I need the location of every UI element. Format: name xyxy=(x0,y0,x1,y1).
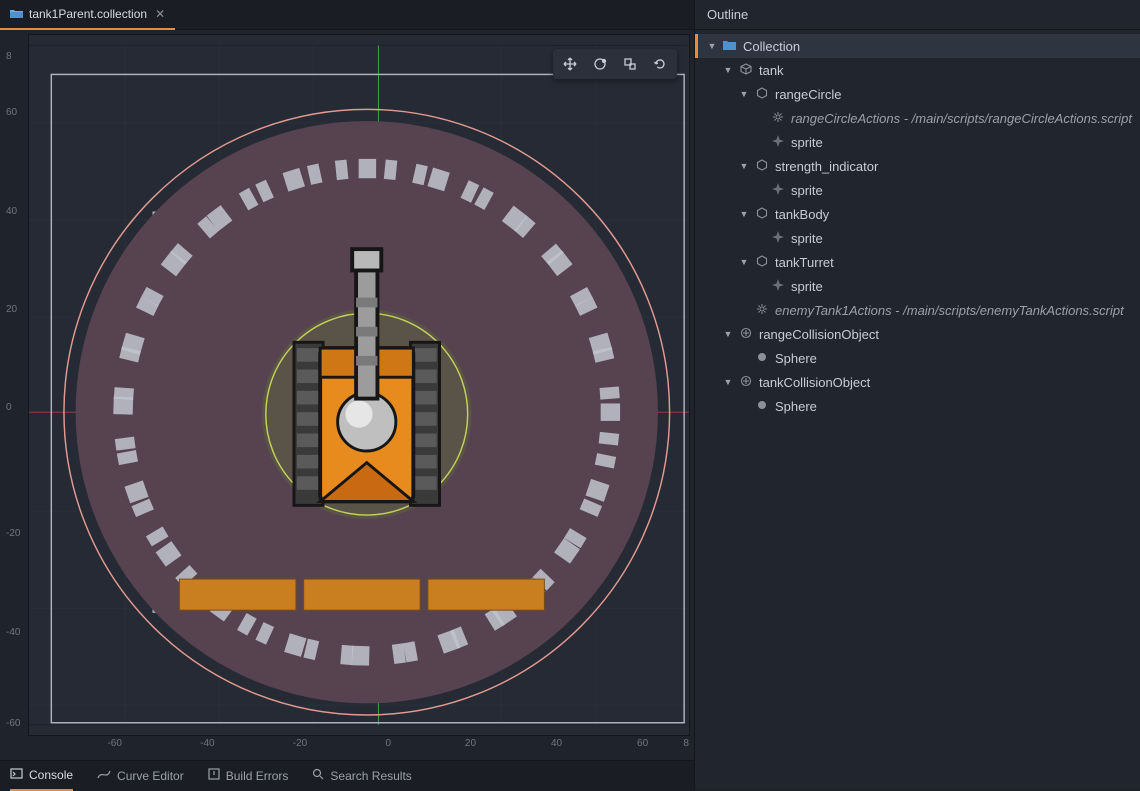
chevron-down-icon[interactable]: ▼ xyxy=(737,257,751,267)
editor-tab-bar: tank1Parent.collection ✕ xyxy=(0,0,694,30)
tree-row[interactable]: sprite xyxy=(695,178,1140,202)
gear-icon xyxy=(769,111,787,126)
tree-row[interactable]: ▼ tankTurret xyxy=(695,250,1140,274)
circle-icon xyxy=(753,400,771,413)
axis-x: -60 -40 -20 0 20 40 60 8 xyxy=(28,738,690,756)
circle-icon xyxy=(753,352,771,365)
tree-row[interactable]: ▼ Collection xyxy=(695,34,1140,58)
tree-label: Collection xyxy=(743,39,800,54)
chevron-down-icon[interactable]: ▼ xyxy=(721,377,735,387)
tree-label: sprite xyxy=(791,279,823,294)
scene-canvas[interactable] xyxy=(28,34,690,736)
search-icon xyxy=(312,768,324,783)
tree-label: sprite xyxy=(791,135,823,150)
collection-icon xyxy=(10,7,23,21)
tree-label: rangeCircle xyxy=(775,87,841,102)
tree-row[interactable]: ▼ rangeCircle xyxy=(695,82,1140,106)
tree-row[interactable]: Sphere xyxy=(695,394,1140,418)
tab-search-results[interactable]: Search Results xyxy=(312,761,411,791)
sprite-icon xyxy=(769,183,787,198)
tab-build-errors[interactable]: Build Errors xyxy=(208,761,289,791)
tree-row[interactable]: rangeCircleActions - /main/scripts/range… xyxy=(695,106,1140,130)
collection-icon xyxy=(721,39,739,53)
cube-icon xyxy=(737,63,755,78)
bottom-tab-bar: Console Curve Editor Build Errors Search… xyxy=(0,760,694,790)
rotate-tool-button[interactable] xyxy=(586,52,614,76)
tree-label: sprite xyxy=(791,183,823,198)
tree-label: enemyTank1Actions - /main/scripts/enemyT… xyxy=(775,303,1124,318)
outline-tree[interactable]: ▼ Collection ▼ tank ▼ rangeCircle rangeCircleA… xyxy=(695,30,1140,422)
chevron-down-icon[interactable]: ▼ xyxy=(737,161,751,171)
curve-icon xyxy=(97,769,111,783)
tree-row[interactable]: ▼ tankCollisionObject xyxy=(695,370,1140,394)
hex-icon xyxy=(753,159,771,174)
axis-y: -60 -40 -20 0 20 40 60 8 xyxy=(6,34,28,736)
app-root: tank1Parent.collection ✕ -60 -40 -20 0 2… xyxy=(0,0,1140,790)
tab-collection[interactable]: tank1Parent.collection ✕ xyxy=(0,0,175,30)
hex-icon xyxy=(753,87,771,102)
chevron-down-icon[interactable]: ▼ xyxy=(721,329,735,339)
strength-bars xyxy=(179,579,544,610)
chevron-down-icon[interactable]: ▼ xyxy=(737,89,751,99)
hex-icon xyxy=(753,207,771,222)
sprite-icon xyxy=(769,135,787,150)
tree-row[interactable]: Sphere xyxy=(695,346,1140,370)
console-icon xyxy=(10,768,23,782)
tab-curve-editor[interactable]: Curve Editor xyxy=(97,761,184,791)
viewport[interactable]: -60 -40 -20 0 20 40 60 8 xyxy=(0,30,694,760)
outline-panel: Outline ▼ Collection ▼ tank ▼ rangeCircle rang… xyxy=(694,0,1140,790)
tree-label: tankTurret xyxy=(775,255,834,270)
tree-row[interactable]: sprite xyxy=(695,226,1140,250)
tree-row[interactable]: sprite xyxy=(695,130,1140,154)
chevron-down-icon[interactable]: ▼ xyxy=(721,65,735,75)
tree-label: strength_indicator xyxy=(775,159,878,174)
chevron-down-icon[interactable]: ▼ xyxy=(705,41,719,51)
tree-label: tankBody xyxy=(775,207,829,222)
tree-label: rangeCircleActions - /main/scripts/range… xyxy=(791,111,1132,126)
tab-console[interactable]: Console xyxy=(10,761,73,791)
tree-row[interactable]: enemyTank1Actions - /main/scripts/enemyT… xyxy=(695,298,1140,322)
tree-label: tank xyxy=(759,63,784,78)
left-panel: tank1Parent.collection ✕ -60 -40 -20 0 2… xyxy=(0,0,694,790)
outline-title: Outline xyxy=(695,0,1140,30)
tree-label: Sphere xyxy=(775,351,817,366)
tree-label: rangeCollisionObject xyxy=(759,327,879,342)
tree-row[interactable]: ▼ strength_indicator xyxy=(695,154,1140,178)
errors-icon xyxy=(208,768,220,783)
hex-icon xyxy=(753,255,771,270)
tree-label: sprite xyxy=(791,231,823,246)
move-tool-button[interactable] xyxy=(556,52,584,76)
accent-bar xyxy=(695,34,698,58)
tab-title: tank1Parent.collection xyxy=(29,7,147,21)
gear-icon xyxy=(753,303,771,318)
tree-row[interactable]: ▼ tankBody xyxy=(695,202,1140,226)
chevron-down-icon[interactable]: ▼ xyxy=(737,209,751,219)
scale-tool-button[interactable] xyxy=(616,52,644,76)
collision-icon xyxy=(737,327,755,342)
tree-row[interactable]: ▼ rangeCollisionObject xyxy=(695,322,1140,346)
tree-row[interactable]: ▼ tank xyxy=(695,58,1140,82)
collision-icon xyxy=(737,375,755,390)
scene-svg xyxy=(29,35,689,735)
scene-toolbar xyxy=(553,49,677,79)
tree-label: Sphere xyxy=(775,399,817,414)
tree-row[interactable]: sprite xyxy=(695,274,1140,298)
tree-label: tankCollisionObject xyxy=(759,375,870,390)
refresh-tool-button[interactable] xyxy=(646,52,674,76)
close-icon[interactable]: ✕ xyxy=(155,7,165,21)
sprite-icon xyxy=(769,279,787,294)
sprite-icon xyxy=(769,231,787,246)
